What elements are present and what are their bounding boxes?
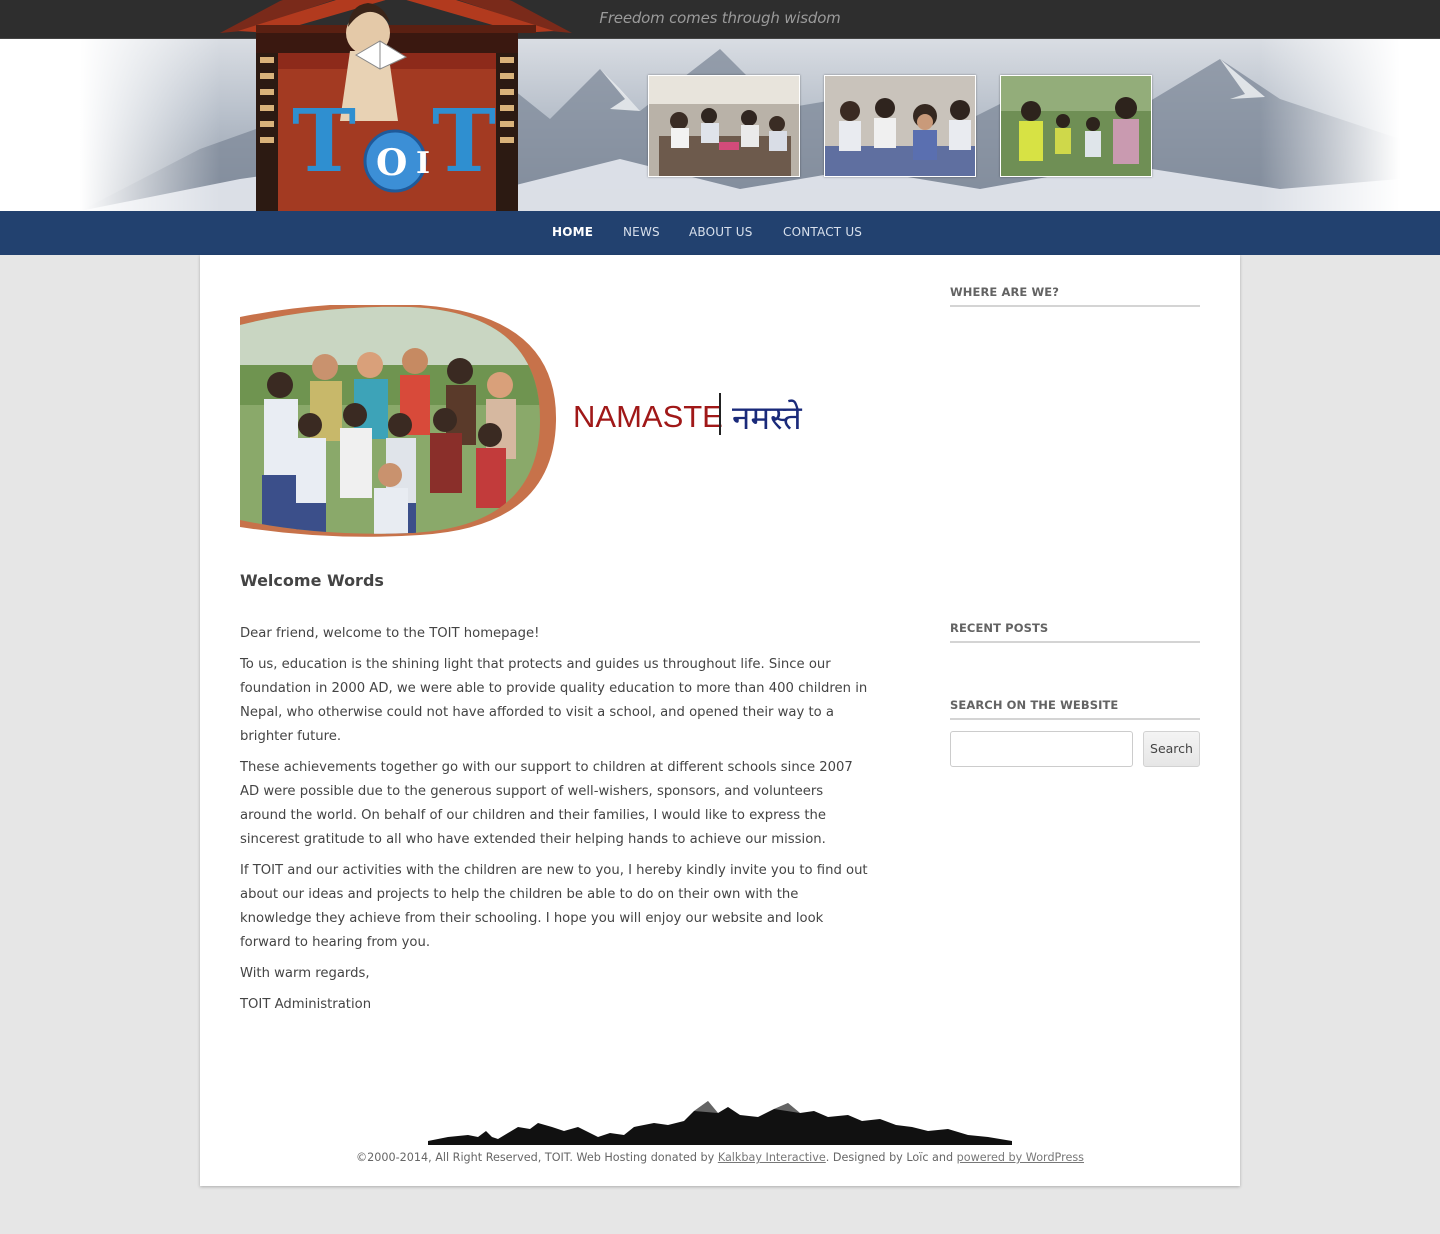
- footer-link-wordpress[interactable]: powered by WordPress: [957, 1151, 1084, 1164]
- svg-text:I: I: [416, 146, 430, 181]
- site-tagline: Freedom comes through wisdom: [599, 9, 841, 27]
- header-banner: [0, 39, 1440, 211]
- content-card: NAMASTE नमस्ते Welcome Words Dear friend…: [200, 255, 1240, 1186]
- nav-item-news[interactable]: News: [623, 225, 660, 239]
- widget-title-where-are-we: Where are we?: [950, 285, 1200, 307]
- article-paragraph: If TOIT and our activities with the chil…: [240, 863, 868, 950]
- namaste-hero-image: NAMASTE नमस्ते: [240, 303, 870, 537]
- header-photo-classroom[interactable]: [648, 75, 800, 177]
- footer-link-kalkbay[interactable]: Kalkbay Interactive: [718, 1151, 826, 1164]
- search-input[interactable]: [950, 731, 1133, 767]
- svg-text:T: T: [432, 91, 496, 192]
- widget-title-search: Search on the website: [950, 698, 1200, 720]
- widget-title-recent-posts: Recent Posts: [950, 621, 1200, 643]
- svg-text:O: O: [376, 142, 407, 184]
- article-title: Welcome Words: [240, 571, 384, 590]
- article-paragraph: With warm regards,: [240, 966, 370, 981]
- toit-logo[interactable]: T O I T: [220, 0, 572, 211]
- main-navigation: Home News About Us Contact Us: [0, 211, 1440, 255]
- article-paragraph: TOIT Administration: [240, 997, 372, 1012]
- top-bar: Freedom comes through wisdom: [0, 0, 1440, 39]
- footer-mountain-silhouette: [428, 1101, 1012, 1145]
- nav-item-about-us[interactable]: About Us: [689, 225, 753, 239]
- article-paragraph: Dear friend, welcome to the TOIT homepag…: [240, 626, 540, 641]
- search-button[interactable]: Search: [1143, 731, 1200, 767]
- logo-letters: T: [292, 91, 356, 192]
- article-body: Dear friend, welcome to the TOIT homepag…: [240, 622, 868, 1024]
- article-paragraph: These achievements together go with our …: [240, 760, 853, 847]
- header-photo-volunteers[interactable]: [1000, 75, 1152, 177]
- article-paragraph: To us, education is the shining light th…: [240, 657, 868, 744]
- footer-credits: ©2000-2014, All Right Reserved, TOIT. We…: [355, 1151, 1085, 1164]
- namaste-latin: NAMASTE: [573, 399, 723, 434]
- namaste-devanagari: नमस्ते: [732, 398, 803, 437]
- nav-item-home[interactable]: Home: [552, 225, 593, 239]
- nav-item-contact-us[interactable]: Contact Us: [783, 225, 862, 239]
- header-photo-children[interactable]: [824, 75, 976, 177]
